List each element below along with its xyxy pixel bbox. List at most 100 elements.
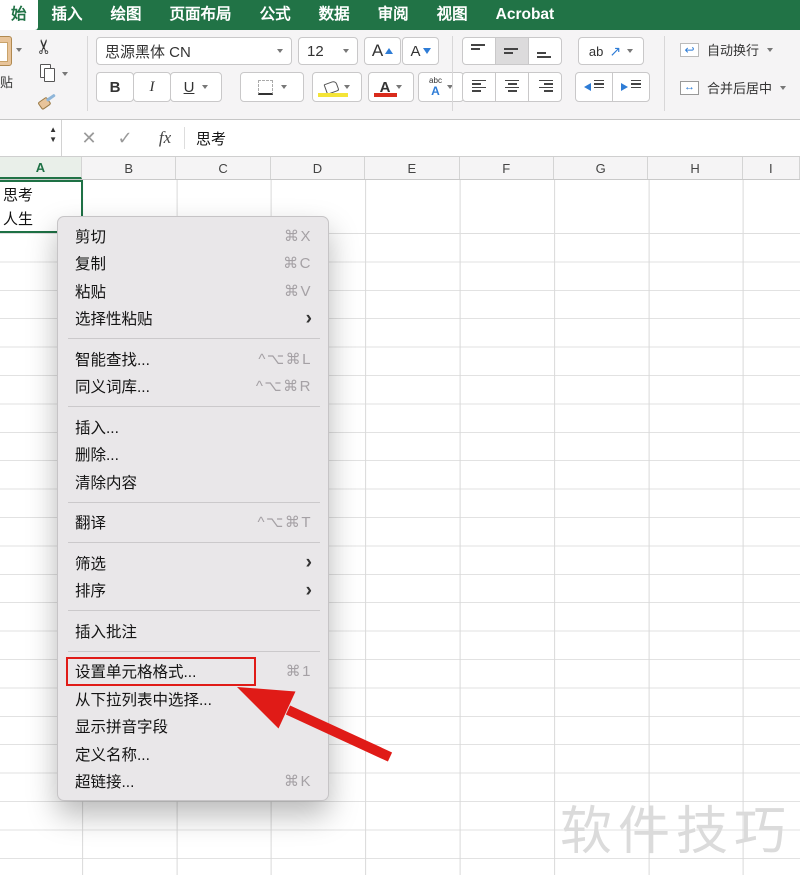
indent-right-icon — [621, 83, 628, 91]
ribbon-tab-视图[interactable]: 视图 — [423, 0, 482, 30]
menu-item-shortcut: ⌘V — [284, 282, 312, 300]
column-header-H[interactable]: H — [648, 157, 742, 179]
column-header-I[interactable]: I — [743, 157, 800, 179]
paste-dropdown-caret[interactable] — [16, 48, 22, 52]
ribbon-tab-公式[interactable]: 公式 — [246, 0, 305, 30]
menu-item-排序[interactable]: 排序 › — [58, 577, 328, 605]
menu-item-label: 插入... — [75, 416, 119, 438]
menu-item-从下拉列表中选择[interactable]: 从下拉列表中选择... — [58, 685, 328, 713]
menu-separator — [68, 610, 320, 611]
menu-item-设置单元格格式[interactable]: 设置单元格格式...⌘1 — [58, 658, 328, 686]
copy-dropdown-caret[interactable] — [62, 72, 68, 76]
ribbon-tab-Acrobat[interactable]: Acrobat — [482, 0, 569, 30]
vertical-align-group — [462, 37, 562, 65]
align-bottom-button[interactable] — [528, 37, 562, 65]
fill-color-button[interactable] — [312, 72, 362, 102]
font-name-combo[interactable]: 思源黑体 CN — [96, 37, 292, 65]
ribbon-home: 贴 ✂ 思源黑体 CN 12 A A B I U A abc A — [0, 30, 800, 120]
phonetic-letter: A — [431, 85, 440, 97]
menu-item-粘贴[interactable]: 粘贴⌘V — [58, 277, 328, 305]
column-header-D[interactable]: D — [271, 157, 365, 179]
formula-bar-value[interactable]: 思考 — [196, 120, 226, 156]
ribbon-tab-审阅[interactable]: 审阅 — [364, 0, 423, 30]
ribbon-tab-数据[interactable]: 数据 — [305, 0, 364, 30]
align-middle-button[interactable] — [495, 37, 529, 65]
enter-check-icon[interactable]: ✓ — [112, 120, 138, 156]
cell-a1-line1: 思考 — [3, 184, 81, 208]
name-box[interactable]: ▲ ▼ — [0, 120, 62, 156]
decrease-font-size-button[interactable]: A — [402, 37, 439, 65]
column-header-G[interactable]: G — [554, 157, 648, 179]
group-separator — [452, 36, 453, 111]
paste-clipboard-icon[interactable] — [0, 36, 12, 66]
menu-item-超链接[interactable]: 超链接...⌘K — [58, 768, 328, 796]
column-header-A[interactable]: A — [0, 157, 82, 179]
align-left-button[interactable] — [462, 72, 496, 102]
menu-item-智能查找[interactable]: 智能查找... ^⌥⌘L — [58, 345, 328, 373]
ribbon-tab-页面布局[interactable]: 页面布局 — [156, 0, 246, 30]
wrap-text-label: 自动换行 — [707, 40, 759, 59]
align-right-button[interactable] — [528, 72, 562, 102]
horizontal-align-group — [462, 72, 562, 102]
menu-item-shortcut: ⌘C — [283, 254, 312, 272]
menu-item-翻译[interactable]: 翻译^⌥⌘T — [58, 509, 328, 537]
menu-item-label: 翻译 — [75, 511, 106, 533]
decrease-indent-button[interactable] — [575, 72, 613, 102]
format-painter-icon[interactable] — [37, 92, 57, 111]
column-header-F[interactable]: F — [460, 157, 554, 179]
menu-item-label: 排序 — [75, 579, 106, 601]
ribbon-tab-始[interactable]: 始 — [0, 0, 38, 30]
column-header-B[interactable]: B — [82, 157, 176, 179]
column-header-E[interactable]: E — [365, 157, 459, 179]
bold-button[interactable]: B — [96, 72, 134, 102]
borders-button[interactable] — [240, 72, 304, 102]
paste-button-label[interactable]: 贴 — [0, 72, 13, 91]
align-top-button[interactable] — [462, 37, 496, 65]
decrease-font-letter: A — [410, 43, 420, 60]
insert-function-icon[interactable]: fx — [150, 120, 180, 156]
menu-item-label: 显示拼音字段 — [75, 715, 168, 737]
menu-item-筛选[interactable]: 筛选› — [58, 549, 328, 577]
menu-separator — [68, 651, 320, 652]
underline-button[interactable]: U — [170, 72, 222, 102]
increase-font-size-button[interactable]: A — [364, 37, 401, 65]
menu-item-shortcut: ^⌥⌘L — [258, 350, 312, 368]
submenu-arrow-icon: › — [306, 309, 312, 328]
ribbon-tab-插入[interactable]: 插入 — [38, 0, 97, 30]
menu-item-插入[interactable]: 插入... — [58, 413, 328, 441]
menu-item-label: 同义词库... — [75, 375, 150, 397]
orientation-arrow-icon: ↗ — [609, 43, 621, 60]
font-size-value: 12 — [307, 43, 324, 60]
font-name-caret — [277, 49, 283, 53]
cut-scissors-icon[interactable]: ✂ — [32, 38, 57, 55]
font-size-combo[interactable]: 12 — [298, 37, 358, 65]
copy-icon[interactable] — [40, 64, 53, 80]
increase-indent-button[interactable] — [612, 72, 650, 102]
font-color-button[interactable]: A — [368, 72, 414, 102]
menu-item-删除[interactable]: 删除... — [58, 441, 328, 469]
menu-item-同义词库[interactable]: 同义词库...^⌥⌘R — [58, 373, 328, 401]
merge-center-button[interactable]: ↔ 合并后居中 — [680, 78, 786, 97]
submenu-arrow-icon: › — [306, 581, 312, 600]
text-orientation-button[interactable]: ab ↗ — [578, 37, 644, 65]
menu-item-label: 删除... — [75, 443, 119, 465]
name-box-spinner[interactable]: ▲ ▼ — [49, 126, 57, 144]
menu-item-插入批注[interactable]: 插入批注 — [58, 617, 328, 645]
wrap-text-icon: ↩ — [680, 43, 699, 57]
menu-item-定义名称[interactable]: 定义名称... — [58, 740, 328, 768]
menu-item-复制[interactable]: 复制⌘C — [58, 250, 328, 278]
italic-button[interactable]: I — [133, 72, 171, 102]
menu-item-选择性粘贴[interactable]: 选择性粘贴› — [58, 305, 328, 333]
menu-item-清除内容[interactable]: 清除内容 — [58, 468, 328, 496]
wrap-text-button[interactable]: ↩ 自动换行 — [680, 40, 773, 59]
column-header-C[interactable]: C — [176, 157, 270, 179]
menu-item-显示拼音字段[interactable]: 显示拼音字段 — [58, 713, 328, 741]
menu-item-label: 智能查找... — [75, 348, 150, 370]
phonetic-guide-button[interactable]: abc A — [418, 72, 464, 102]
fill-color-swatch — [318, 93, 348, 97]
cancel-icon[interactable]: ✕ — [76, 120, 102, 156]
menu-item-剪切[interactable]: 剪切⌘X — [58, 222, 328, 250]
menu-separator — [68, 406, 320, 407]
align-center-button[interactable] — [495, 72, 529, 102]
ribbon-tab-绘图[interactable]: 绘图 — [97, 0, 156, 30]
